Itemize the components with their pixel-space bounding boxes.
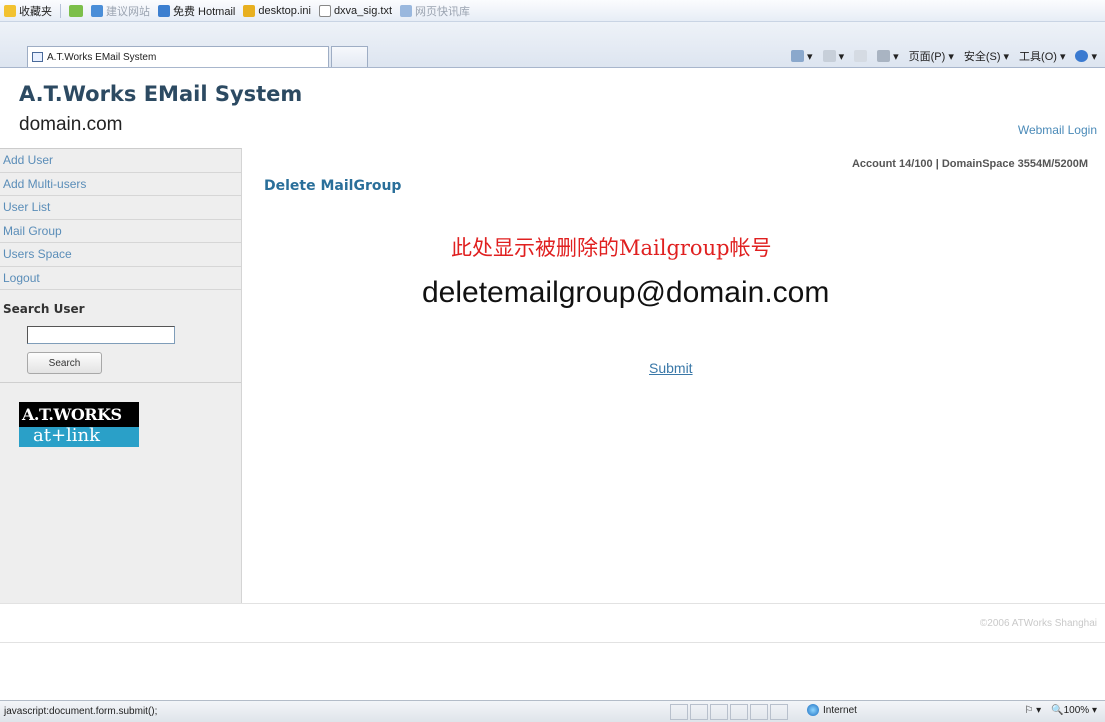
main-content: Account 14/100 | DomainSpace 3554M/5200M… (243, 148, 1105, 603)
security-zone[interactable]: Internet (807, 704, 857, 716)
divider (60, 3, 61, 18)
logo-text-top: A.T.WORKS (19, 402, 139, 427)
favorite-label: 网页快讯库 (415, 5, 471, 18)
status-bar: javascript:document.form.submit(); Inter… (0, 700, 1105, 722)
zoom-level: 100% (1063, 705, 1090, 716)
submit-link[interactable]: Submit (649, 360, 693, 376)
status-cell (770, 704, 788, 720)
logo-text-bottom: at+link (19, 427, 139, 447)
section-title: Delete MailGroup (264, 178, 402, 194)
favorites-bar: 收藏夹 建议网站 免费 Hotmail desktop.ini dxva_sig… (0, 0, 1105, 22)
atworks-logo: A.T.WORKS at+link (19, 402, 139, 447)
feeds-icon (822, 50, 836, 62)
help-button[interactable]: ▾ (1075, 50, 1097, 63)
search-button[interactable]: Search (27, 352, 102, 374)
sidebar-item-logout[interactable]: Logout (0, 267, 241, 290)
ie-icon (91, 4, 103, 17)
sidebar-item-add-multi-users[interactable]: Add Multi-users (0, 173, 241, 196)
sidebar-item-mail-group[interactable]: Mail Group (0, 220, 241, 243)
tools-menu[interactable]: 工具(O) ▾ (1019, 48, 1065, 64)
browser-tab[interactable]: A.T.Works EMail System (27, 46, 329, 67)
add-favorite-icon[interactable] (69, 4, 83, 17)
status-cell (750, 704, 768, 720)
favorites-label: 收藏夹 (19, 5, 52, 18)
command-bar: ▾ ▾ ▾ 页面(P) ▾ 安全(S) ▾ 工具(O) ▾ ▾ (791, 48, 1097, 64)
mail-icon (854, 50, 868, 62)
sidebar-item-add-user[interactable]: Add User (0, 149, 241, 173)
favorite-label: dxva_sig.txt (333, 4, 393, 17)
new-tab-button[interactable] (331, 46, 368, 67)
globe-icon (807, 704, 819, 716)
sidebar-item-users-space[interactable]: Users Space (0, 243, 241, 267)
help-icon (1075, 50, 1089, 62)
text-file-icon (318, 4, 331, 17)
favorite-label: desktop.ini (258, 4, 311, 17)
footer: ©2006 ATWorks Shanghai (0, 603, 1105, 643)
zone-label: Internet (823, 704, 857, 716)
page-menu-label: 页面(P) (908, 51, 946, 63)
favorite-link-desktop-ini[interactable]: desktop.ini (243, 4, 311, 17)
home-icon (791, 50, 805, 62)
status-cell (730, 704, 748, 720)
tab-title: A.T.Works EMail System (47, 51, 157, 63)
status-cell (710, 704, 728, 720)
status-cells (670, 704, 788, 720)
tools-menu-label: 工具(O) (1019, 51, 1057, 63)
home-button[interactable]: ▾ (791, 50, 813, 63)
star-icon (4, 4, 16, 17)
print-icon (877, 50, 891, 62)
favorite-link-suggested[interactable]: 建议网站 (91, 3, 150, 19)
page-title: A.T.Works EMail System (19, 82, 303, 106)
status-cell (690, 704, 708, 720)
search-input[interactable] (27, 326, 175, 344)
print-button[interactable]: ▾ (877, 50, 899, 63)
mailgroup-address: deletemailgroup@domain.com (422, 276, 830, 309)
safety-menu[interactable]: 安全(S) ▾ (964, 48, 1009, 64)
divider (0, 382, 241, 383)
status-text: javascript:document.form.submit(); (4, 706, 158, 717)
sidebar: Add User Add Multi-users User List Mail … (0, 148, 242, 603)
status-cell (670, 704, 688, 720)
ie-icon (158, 4, 170, 17)
zoom-controls: ⚐ ▾ 🔍100% ▾ (1024, 705, 1097, 716)
favorite-link-hotmail[interactable]: 免费 Hotmail (158, 3, 235, 19)
annotation-text: 此处显示被删除的Mailgroup帐号 (451, 236, 772, 260)
browser-tab-bar: A.T.Works EMail System ▾ ▾ ▾ 页面(P) ▾ 安全(S… (0, 22, 1105, 68)
favorite-label: 建议网站 (106, 5, 150, 18)
favorites-button[interactable]: 收藏夹 (4, 3, 52, 19)
zoom-button[interactable]: 🔍100% ▾ (1051, 705, 1097, 716)
feeds-button[interactable]: ▾ (822, 50, 844, 63)
page-icon (32, 52, 43, 62)
ie-icon (400, 4, 413, 17)
webmail-login-link[interactable]: Webmail Login (1018, 123, 1097, 137)
favorite-label: 免费 Hotmail (173, 5, 236, 18)
safety-menu-label: 安全(S) (963, 51, 1001, 63)
search-user-heading: Search User (3, 302, 85, 316)
favorite-link-dxva[interactable]: dxva_sig.txt (318, 4, 393, 17)
copyright-text: ©2006 ATWorks Shanghai (979, 618, 1097, 629)
favorite-link-webslice[interactable]: 网页快讯库 (400, 3, 470, 19)
sidebar-item-user-list[interactable]: User List (0, 196, 241, 220)
domain-name: domain.com (19, 114, 123, 135)
mail-button[interactable] (854, 50, 868, 62)
protected-mode-button[interactable]: ⚐ ▾ (1024, 705, 1041, 716)
file-icon (243, 4, 256, 17)
account-info: Account 14/100 | DomainSpace 3554M/5200M (851, 158, 1088, 170)
site-header: A.T.Works EMail System domain.com Webmai… (0, 68, 1105, 148)
page-menu[interactable]: 页面(P) ▾ (909, 48, 954, 64)
